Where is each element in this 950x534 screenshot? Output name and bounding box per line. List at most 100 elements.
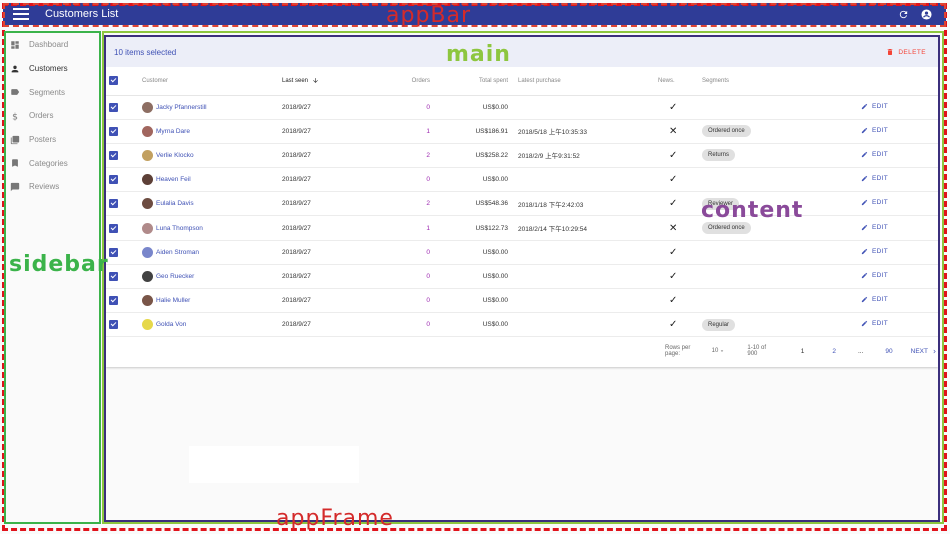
- customer-name-link[interactable]: Heaven Feil: [156, 176, 191, 183]
- edit-cell: EDIT: [810, 215, 938, 241]
- last-seen-cell: 2018/9/27: [282, 143, 372, 169]
- page-title: Customers List: [45, 8, 119, 20]
- table-row[interactable]: Golda Von 2018/9/27 0 US$0.00 ✓ Regular EDIT: [106, 312, 938, 338]
- table-row[interactable]: Halie Muller 2018/9/27 0 US$0.00 ✓ EDIT: [106, 288, 938, 314]
- customer-name-link[interactable]: Jacky Pfannerstill: [156, 104, 207, 111]
- edit-button[interactable]: EDIT: [861, 175, 888, 182]
- last-seen-cell: 2018/9/27: [282, 288, 372, 314]
- page-2-button[interactable]: 2: [832, 348, 836, 355]
- table-row[interactable]: Heaven Feil 2018/9/27 0 US$0.00 ✓ EDIT: [106, 167, 938, 193]
- edit-button[interactable]: EDIT: [861, 199, 888, 206]
- row-checkbox[interactable]: [109, 199, 118, 209]
- edit-button[interactable]: EDIT: [861, 127, 888, 134]
- table-row[interactable]: Aiden Stroman 2018/9/27 0 US$0.00 ✓ EDIT: [106, 240, 938, 265]
- check-icon: ✓: [669, 101, 678, 113]
- sidebar-item-dashboard[interactable]: Dashboard: [6, 33, 99, 57]
- select-all-checkbox[interactable]: [109, 76, 118, 86]
- row-checkbox-cell: [106, 119, 142, 144]
- appframe-annotation-label: appFrame: [276, 506, 394, 531]
- segments-cell: Reviewer: [700, 191, 810, 217]
- table-row[interactable]: Geo Ruecker 2018/9/27 0 US$0.00 ✓ EDIT: [106, 264, 938, 290]
- sidebar-item-segments[interactable]: Segments: [6, 80, 99, 104]
- header-last-seen[interactable]: Last seen: [282, 67, 372, 96]
- sidebar-item-label: Segments: [29, 87, 66, 97]
- avatar: [142, 319, 153, 331]
- customer-name-link[interactable]: Aiden Stroman: [156, 249, 199, 256]
- edit-cell: EDIT: [810, 312, 938, 338]
- sidebar-item-label: Customers: [29, 64, 68, 74]
- check-icon: ✓: [669, 295, 678, 307]
- header-news[interactable]: News.: [644, 67, 700, 96]
- edit-button[interactable]: EDIT: [861, 320, 888, 327]
- rows-per-page-select[interactable]: 10: [712, 348, 726, 354]
- cross-icon: ✕: [669, 125, 678, 137]
- selection-count: 10 items selected: [114, 47, 177, 57]
- row-checkbox[interactable]: [109, 102, 118, 112]
- next-page-button[interactable]: NEXT: [911, 348, 938, 355]
- edit-cell: EDIT: [810, 288, 938, 314]
- dollar-icon: $: [12, 111, 18, 121]
- row-checkbox[interactable]: [109, 175, 118, 185]
- header-latest-purchase[interactable]: Latest purchase: [514, 67, 644, 96]
- row-checkbox[interactable]: [109, 150, 118, 160]
- row-checkbox[interactable]: [109, 126, 118, 136]
- segment-chip: Reviewer: [702, 197, 740, 210]
- delete-button[interactable]: DELETE: [886, 48, 926, 56]
- bookmark-icon: [12, 159, 18, 168]
- header-customer[interactable]: Customer: [142, 67, 282, 96]
- table-row[interactable]: Luna Thompson 2018/9/27 1 US$122.73 2018/2/1…: [106, 215, 938, 241]
- account-icon[interactable]: [921, 8, 932, 20]
- table-row[interactable]: Verlie Klocko 2018/9/27 2 US$258.22 2018/2/9…: [106, 143, 938, 169]
- sidebar-item-reviews[interactable]: Reviews: [6, 175, 99, 199]
- page-1-button[interactable]: 1: [801, 348, 805, 355]
- edit-button[interactable]: EDIT: [861, 224, 888, 231]
- delete-label: DELETE: [898, 48, 926, 56]
- row-checkbox[interactable]: [109, 271, 118, 281]
- customers-list-panel: 10 items selected DELETE Customer Last s…: [106, 37, 938, 367]
- pencil-icon: [861, 176, 868, 182]
- total-spent-cell: US$0.00: [430, 240, 514, 265]
- customer-name-link[interactable]: Myrna Dare: [156, 128, 190, 135]
- customer-name-link[interactable]: Luna Thompson: [156, 225, 203, 232]
- page-90-button[interactable]: 90: [885, 348, 892, 355]
- sidebar-item-customers[interactable]: Customers: [6, 57, 99, 81]
- edit-button[interactable]: EDIT: [861, 103, 888, 110]
- row-checkbox[interactable]: [109, 320, 118, 330]
- customer-name-link[interactable]: Golda Von: [156, 321, 186, 328]
- news-cell: ✓: [644, 95, 700, 120]
- customer-cell: Verlie Klocko: [142, 143, 282, 169]
- header-orders[interactable]: Orders: [372, 67, 430, 96]
- edit-button[interactable]: EDIT: [861, 296, 888, 303]
- orders-count: 0: [426, 103, 430, 111]
- avatar: [142, 198, 153, 210]
- edit-button[interactable]: EDIT: [861, 272, 888, 279]
- customer-name-link[interactable]: Geo Ruecker: [156, 273, 194, 280]
- customer-cell: Luna Thompson: [142, 215, 282, 241]
- sidebar-item-posters[interactable]: Posters: [6, 128, 99, 152]
- edit-button[interactable]: EDIT: [861, 151, 888, 158]
- row-checkbox[interactable]: [109, 247, 118, 257]
- customer-name-link[interactable]: Eulalia Davis: [156, 200, 194, 207]
- edit-button[interactable]: EDIT: [861, 248, 888, 255]
- table-row[interactable]: Jacky Pfannerstill 2018/9/27 0 US$0.00 ✓ EDIT: [106, 95, 938, 120]
- sidebar-item-orders[interactable]: $ Orders: [6, 104, 99, 128]
- table-row[interactable]: Eulalia Davis 2018/9/27 2 US$548.36 2018/1/1…: [106, 191, 938, 217]
- dropdown-arrow-icon: [721, 350, 724, 353]
- table-row[interactable]: Myrna Dare 2018/9/27 1 US$186.91 2018/5/18 上…: [106, 119, 938, 144]
- header-last-seen-label: Last seen: [282, 78, 309, 85]
- customer-name-link[interactable]: Halie Muller: [156, 297, 190, 304]
- refresh-icon[interactable]: [898, 9, 909, 20]
- customer-name-link[interactable]: Verlie Klocko: [156, 152, 194, 159]
- customer-cell: Geo Ruecker: [142, 264, 282, 290]
- last-seen-cell: 2018/9/27: [282, 191, 372, 217]
- orders-count: 0: [426, 272, 430, 280]
- latest-purchase-cell: [514, 240, 644, 265]
- row-checkbox[interactable]: [109, 296, 118, 306]
- latest-purchase-cell: [514, 264, 644, 290]
- orders-cell: 0: [372, 288, 430, 314]
- sidebar-item-categories[interactable]: Categories: [6, 151, 99, 175]
- latest-purchase-cell: [514, 95, 644, 120]
- header-total-spent[interactable]: Total spent: [430, 67, 514, 96]
- row-checkbox[interactable]: [109, 223, 118, 233]
- menu-icon[interactable]: [13, 8, 29, 20]
